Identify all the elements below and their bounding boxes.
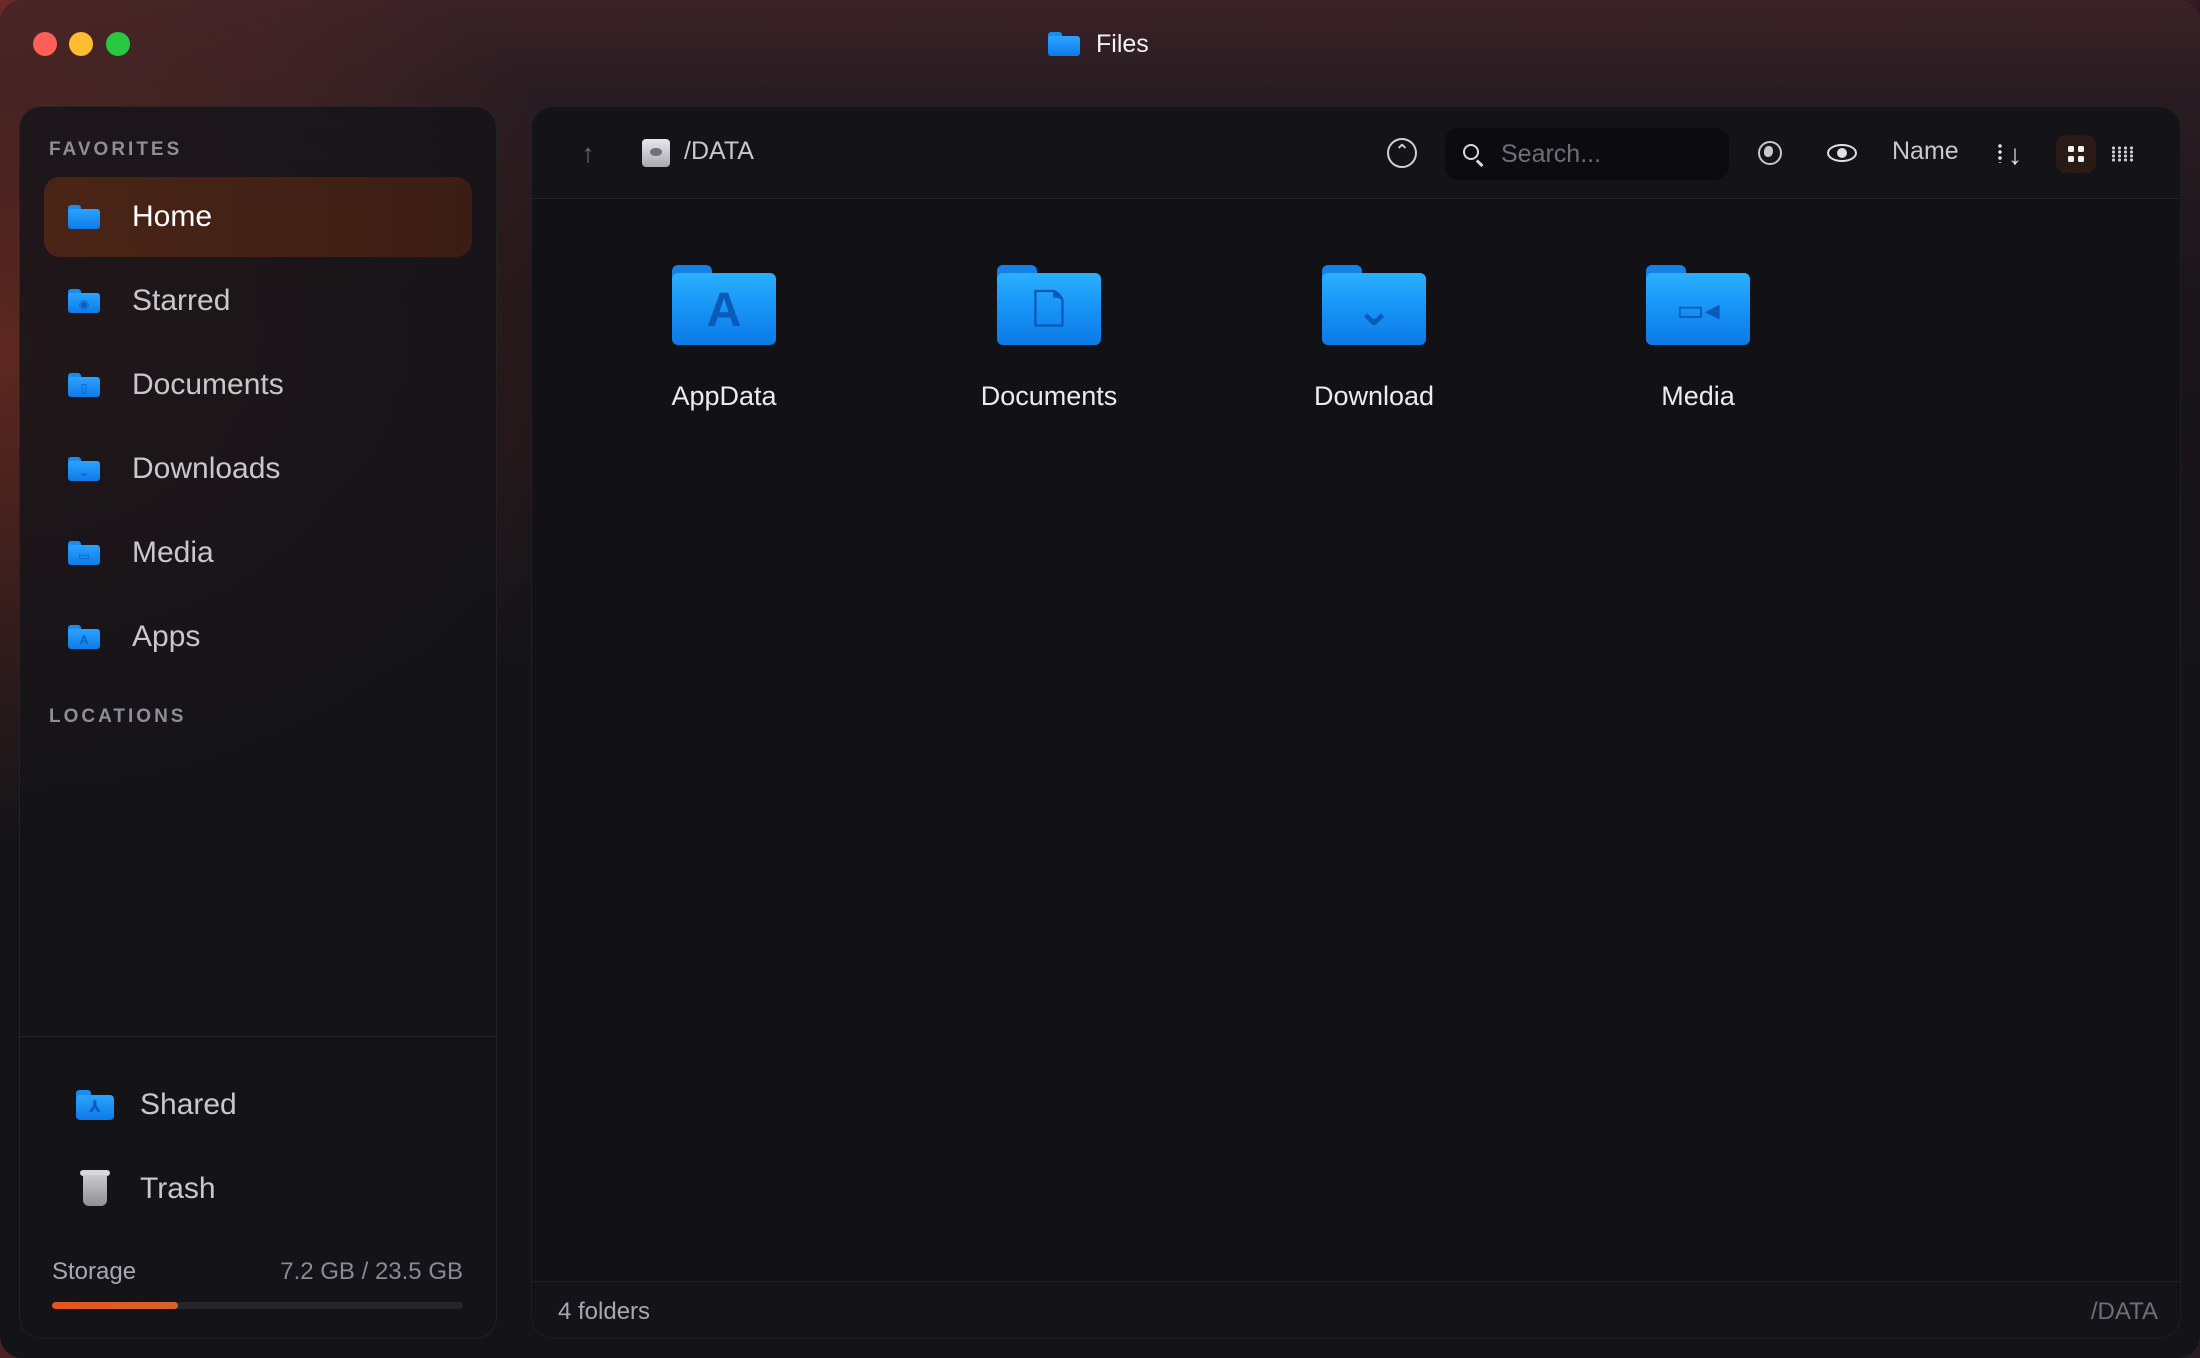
starred-folder-icon: ◉ [68, 289, 100, 313]
window-title: Files [1048, 26, 1149, 62]
minimize-window-button[interactable] [69, 32, 93, 56]
favorites-section-label: FAVORITES [49, 139, 183, 160]
sidebar-item-starred[interactable]: ◉ Starred [44, 261, 472, 341]
sidebar-item-home[interactable]: Home [44, 177, 472, 257]
folder-item-download[interactable]: ⌄ Download [1244, 265, 1504, 435]
appdata-folder-icon: A [672, 265, 776, 345]
go-up-button[interactable]: ↑ [572, 137, 604, 169]
item-count: 4 folders [558, 1298, 651, 1325]
folder-item-media[interactable]: ▭◂ Media [1568, 265, 1828, 435]
sidebar-item-label: Starred [132, 284, 231, 317]
globe-icon[interactable] [1752, 135, 1788, 171]
sidebar-item-shared[interactable]: ⅄ Shared [44, 1070, 472, 1140]
toolbar: ↑ /DATA ⌃ Name ↓ [532, 107, 2180, 199]
eject-circle-icon[interactable]: ⌃ [1384, 135, 1420, 171]
window-title-text: Files [1096, 29, 1149, 58]
storage-label: Storage [52, 1258, 137, 1285]
download-folder-icon: ⌄ [1322, 265, 1426, 345]
folder-name: AppData [671, 381, 777, 411]
sidebar-item-label: Downloads [132, 452, 281, 485]
folder-icon [68, 205, 100, 229]
media-folder-icon: ▭ [68, 541, 100, 565]
folder-item-documents[interactable]: 🗋 Documents [919, 265, 1179, 435]
close-window-button[interactable] [33, 32, 57, 56]
sidebar-item-label: Documents [132, 368, 284, 401]
folder-name: Download [1313, 381, 1435, 411]
title-bar: Files [0, 0, 2200, 88]
storage-bar [52, 1302, 463, 1309]
folder-name: Documents [980, 381, 1118, 411]
downloads-folder-icon: ⌄ [68, 457, 100, 481]
folder-item-appdata[interactable]: A AppData [594, 265, 854, 435]
search-icon [1461, 142, 1487, 168]
maximize-window-button[interactable] [106, 32, 130, 56]
sidebar-item-label: Trash [140, 1172, 216, 1205]
sidebar-item-documents[interactable]: ▯ Documents [44, 345, 472, 425]
media-folder-icon: ▭◂ [1646, 265, 1750, 345]
sidebar-item-label: Apps [132, 620, 201, 653]
sidebar-item-trash[interactable]: Trash [44, 1154, 472, 1224]
disk-icon [642, 139, 670, 167]
search-input[interactable] [1501, 136, 1721, 172]
sidebar-item-label: Media [132, 536, 214, 569]
sidebar-item-media[interactable]: ▭ Media [44, 513, 472, 593]
view-toggle [2052, 131, 2148, 177]
locations-section-label: LOCATIONS [49, 706, 187, 727]
documents-folder-icon: ▯ [68, 373, 100, 397]
eye-icon[interactable] [1824, 135, 1860, 171]
status-path: /DATA [2090, 1298, 2158, 1325]
grid-view-icon[interactable] [2056, 135, 2096, 173]
sort-by-button[interactable]: Name [1892, 137, 1959, 166]
sidebar-item-label: Shared [140, 1088, 237, 1121]
column-view-icon[interactable] [2102, 135, 2142, 173]
folder-icon [1048, 32, 1080, 56]
documents-folder-icon: 🗋 [997, 265, 1101, 345]
shared-folder-icon: ⅄ [76, 1090, 114, 1120]
sidebar-item-apps[interactable]: A Apps [44, 597, 472, 677]
apps-folder-icon: A [68, 625, 100, 649]
folder-name: Media [1661, 381, 1735, 411]
storage-value: 7.2 GB / 23.5 GB [280, 1258, 463, 1285]
sidebar-item-downloads[interactable]: ⌄ Downloads [44, 429, 472, 509]
main-panel: ↑ /DATA ⌃ Name ↓ [531, 106, 2181, 1339]
trash-icon [80, 1170, 110, 1206]
storage-bar-fill [52, 1302, 178, 1309]
files-window: Files FAVORITES Home ◉ Starred ▯ Documen… [0, 0, 2200, 1358]
search-box [1444, 127, 1730, 181]
breadcrumb-path[interactable]: /DATA [684, 137, 754, 166]
sort-direction-icon[interactable]: ↓ [1996, 135, 2032, 171]
status-bar: 4 folders /DATA [532, 1281, 2180, 1338]
sidebar-item-label: Home [132, 200, 213, 233]
sidebar-divider [19, 1036, 497, 1037]
